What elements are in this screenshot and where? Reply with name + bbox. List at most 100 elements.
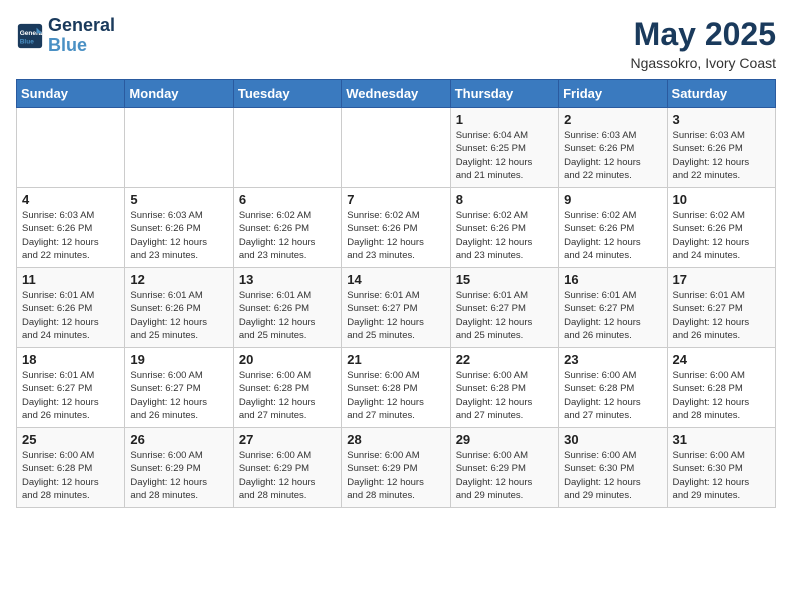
- day-cell: [342, 108, 450, 188]
- day-cell: 4 Sunrise: 6:03 AM Sunset: 6:26 PM Daylig…: [17, 188, 125, 268]
- day-cell: 12 Sunrise: 6:01 AM Sunset: 6:26 PM Dayli…: [125, 268, 233, 348]
- day-info: Sunrise: 6:01 AM Sunset: 6:26 PM Dayligh…: [22, 289, 119, 342]
- day-cell: 9Sunrise: 6:02 AM Sunset: 6:26 PM Daylig…: [559, 188, 667, 268]
- day-cell: 2 Sunrise: 6:03 AM Sunset: 6:26 PM Daylig…: [559, 108, 667, 188]
- week-row-4: 18Sunrise: 6:01 AM Sunset: 6:27 PM Dayli…: [17, 348, 776, 428]
- day-info: Sunrise: 6:00 AM Sunset: 6:28 PM Dayligh…: [22, 449, 119, 502]
- day-cell: 15 Sunrise: 6:01 AM Sunset: 6:27 PM Dayli…: [450, 268, 558, 348]
- logo-icon: General Blue: [16, 22, 44, 50]
- weekday-header-friday: Friday: [559, 80, 667, 108]
- day-cell: 13Sunrise: 6:01 AM Sunset: 6:26 PM Dayli…: [233, 268, 341, 348]
- day-cell: 25 Sunrise: 6:00 AM Sunset: 6:28 PM Dayli…: [17, 428, 125, 508]
- day-cell: 14 Sunrise: 6:01 AM Sunset: 6:27 PM Dayli…: [342, 268, 450, 348]
- day-info: Sunrise: 6:01 AM Sunset: 6:27 PM Dayligh…: [456, 289, 553, 342]
- day-number: 10: [673, 192, 770, 207]
- day-info: Sunrise: 6:02 AM Sunset: 6:26 PM Dayligh…: [673, 209, 770, 262]
- calendar-title: May 2025: [631, 16, 777, 53]
- day-number: 24: [673, 352, 770, 367]
- day-cell: 24 Sunrise: 6:00 AM Sunset: 6:28 PM Dayli…: [667, 348, 775, 428]
- weekday-header-thursday: Thursday: [450, 80, 558, 108]
- calendar-table: SundayMondayTuesdayWednesdayThursdayFrid…: [16, 79, 776, 508]
- day-number: 16: [564, 272, 661, 287]
- day-number: 18: [22, 352, 119, 367]
- day-number: 8: [456, 192, 553, 207]
- day-cell: 22Sunrise: 6:00 AM Sunset: 6:28 PM Dayli…: [450, 348, 558, 428]
- day-cell: 20Sunrise: 6:00 AM Sunset: 6:28 PM Dayli…: [233, 348, 341, 428]
- day-number: 2: [564, 112, 661, 127]
- day-cell: [17, 108, 125, 188]
- day-info: Sunrise: 6:03 AM Sunset: 6:26 PM Dayligh…: [564, 129, 661, 182]
- weekday-header-tuesday: Tuesday: [233, 80, 341, 108]
- day-info: Sunrise: 6:01 AM Sunset: 6:27 PM Dayligh…: [673, 289, 770, 342]
- day-info: Sunrise: 6:02 AM Sunset: 6:26 PM Dayligh…: [564, 209, 661, 262]
- day-info: Sunrise: 6:04 AM Sunset: 6:25 PM Dayligh…: [456, 129, 553, 182]
- week-row-1: 1 Sunrise: 6:04 AM Sunset: 6:25 PM Daylig…: [17, 108, 776, 188]
- day-cell: 23Sunrise: 6:00 AM Sunset: 6:28 PM Dayli…: [559, 348, 667, 428]
- day-cell: 8 Sunrise: 6:02 AM Sunset: 6:26 PM Daylig…: [450, 188, 558, 268]
- page-header: General Blue General Blue May 2025 Ngass…: [16, 16, 776, 71]
- day-info: Sunrise: 6:01 AM Sunset: 6:26 PM Dayligh…: [130, 289, 227, 342]
- day-number: 31: [673, 432, 770, 447]
- day-info: Sunrise: 6:00 AM Sunset: 6:29 PM Dayligh…: [456, 449, 553, 502]
- title-block: May 2025 Ngassokro, Ivory Coast: [631, 16, 777, 71]
- day-number: 19: [130, 352, 227, 367]
- day-cell: 3 Sunrise: 6:03 AM Sunset: 6:26 PM Daylig…: [667, 108, 775, 188]
- day-cell: 18Sunrise: 6:01 AM Sunset: 6:27 PM Dayli…: [17, 348, 125, 428]
- day-info: Sunrise: 6:00 AM Sunset: 6:28 PM Dayligh…: [456, 369, 553, 422]
- day-cell: 10 Sunrise: 6:02 AM Sunset: 6:26 PM Dayli…: [667, 188, 775, 268]
- day-number: 21: [347, 352, 444, 367]
- day-info: Sunrise: 6:00 AM Sunset: 6:29 PM Dayligh…: [130, 449, 227, 502]
- day-info: Sunrise: 6:02 AM Sunset: 6:26 PM Dayligh…: [347, 209, 444, 262]
- day-number: 15: [456, 272, 553, 287]
- day-number: 6: [239, 192, 336, 207]
- weekday-header-row: SundayMondayTuesdayWednesdayThursdayFrid…: [17, 80, 776, 108]
- calendar-subtitle: Ngassokro, Ivory Coast: [631, 55, 777, 71]
- day-cell: [233, 108, 341, 188]
- day-number: 11: [22, 272, 119, 287]
- day-number: 3: [673, 112, 770, 127]
- day-cell: 7 Sunrise: 6:02 AM Sunset: 6:26 PM Daylig…: [342, 188, 450, 268]
- day-cell: 31 Sunrise: 6:00 AM Sunset: 6:30 PM Dayli…: [667, 428, 775, 508]
- day-cell: 16 Sunrise: 6:01 AM Sunset: 6:27 PM Dayli…: [559, 268, 667, 348]
- day-cell: 21Sunrise: 6:00 AM Sunset: 6:28 PM Dayli…: [342, 348, 450, 428]
- day-cell: 29 Sunrise: 6:00 AM Sunset: 6:29 PM Dayli…: [450, 428, 558, 508]
- week-row-5: 25 Sunrise: 6:00 AM Sunset: 6:28 PM Dayli…: [17, 428, 776, 508]
- day-number: 25: [22, 432, 119, 447]
- svg-text:General: General: [20, 30, 44, 37]
- day-number: 12: [130, 272, 227, 287]
- day-number: 29: [456, 432, 553, 447]
- day-number: 4: [22, 192, 119, 207]
- weekday-header-saturday: Saturday: [667, 80, 775, 108]
- day-cell: 26 Sunrise: 6:00 AM Sunset: 6:29 PM Dayli…: [125, 428, 233, 508]
- weekday-header-sunday: Sunday: [17, 80, 125, 108]
- day-cell: 19Sunrise: 6:00 AM Sunset: 6:27 PM Dayli…: [125, 348, 233, 428]
- day-info: Sunrise: 6:03 AM Sunset: 6:26 PM Dayligh…: [22, 209, 119, 262]
- day-number: 26: [130, 432, 227, 447]
- day-info: Sunrise: 6:02 AM Sunset: 6:26 PM Dayligh…: [456, 209, 553, 262]
- day-number: 14: [347, 272, 444, 287]
- day-number: 17: [673, 272, 770, 287]
- day-number: 13: [239, 272, 336, 287]
- day-number: 1: [456, 112, 553, 127]
- week-row-3: 11 Sunrise: 6:01 AM Sunset: 6:26 PM Dayli…: [17, 268, 776, 348]
- day-cell: 17 Sunrise: 6:01 AM Sunset: 6:27 PM Dayli…: [667, 268, 775, 348]
- day-number: 23: [564, 352, 661, 367]
- day-info: Sunrise: 6:00 AM Sunset: 6:30 PM Dayligh…: [673, 449, 770, 502]
- day-info: Sunrise: 6:01 AM Sunset: 6:27 PM Dayligh…: [564, 289, 661, 342]
- day-info: Sunrise: 6:01 AM Sunset: 6:27 PM Dayligh…: [347, 289, 444, 342]
- day-info: Sunrise: 6:03 AM Sunset: 6:26 PM Dayligh…: [673, 129, 770, 182]
- day-number: 28: [347, 432, 444, 447]
- weekday-header-monday: Monday: [125, 80, 233, 108]
- day-info: Sunrise: 6:00 AM Sunset: 6:29 PM Dayligh…: [239, 449, 336, 502]
- day-info: Sunrise: 6:03 AM Sunset: 6:26 PM Dayligh…: [130, 209, 227, 262]
- day-info: Sunrise: 6:00 AM Sunset: 6:30 PM Dayligh…: [564, 449, 661, 502]
- day-info: Sunrise: 6:02 AM Sunset: 6:26 PM Dayligh…: [239, 209, 336, 262]
- logo: General Blue General Blue: [16, 16, 115, 56]
- week-row-2: 4 Sunrise: 6:03 AM Sunset: 6:26 PM Daylig…: [17, 188, 776, 268]
- day-cell: [125, 108, 233, 188]
- day-number: 7: [347, 192, 444, 207]
- day-info: Sunrise: 6:00 AM Sunset: 6:28 PM Dayligh…: [673, 369, 770, 422]
- weekday-header-wednesday: Wednesday: [342, 80, 450, 108]
- day-info: Sunrise: 6:00 AM Sunset: 6:28 PM Dayligh…: [239, 369, 336, 422]
- day-info: Sunrise: 6:00 AM Sunset: 6:29 PM Dayligh…: [347, 449, 444, 502]
